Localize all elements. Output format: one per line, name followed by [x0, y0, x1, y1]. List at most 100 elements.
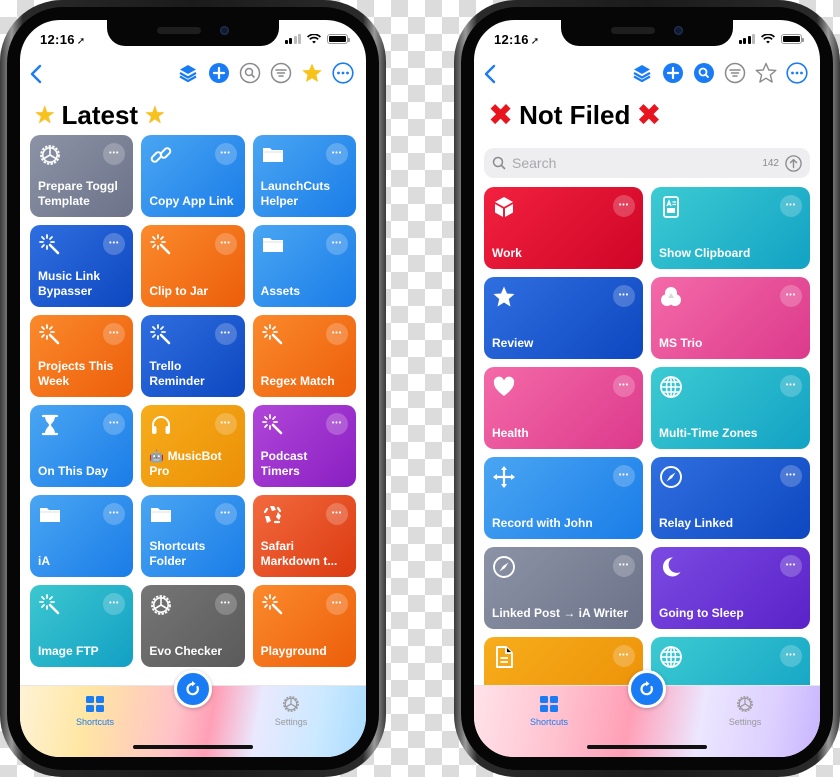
filter-button[interactable] [724, 62, 746, 84]
shortcut-tile[interactable]: ••• Going to Sleep [651, 547, 810, 629]
shortcut-tile[interactable]: ••• Image FTP [30, 585, 134, 667]
tile-more-button[interactable]: ••• [326, 413, 348, 435]
shortcut-tile[interactable]: ••• Prepare Toggl Template [30, 135, 134, 217]
globe-icon [659, 375, 683, 399]
tile-more-button[interactable]: ••• [103, 593, 126, 615]
shortcut-name: Work [492, 246, 522, 260]
tile-more-button[interactable]: ••• [326, 143, 348, 165]
shortcut-tile[interactable]: ••• Review [484, 277, 643, 359]
shortcut-tile[interactable]: ••• Podcast Timers [252, 405, 356, 487]
tile-more-button[interactable]: ••• [613, 465, 635, 487]
more-button[interactable] [332, 62, 354, 84]
tile-more-button[interactable]: ••• [326, 323, 348, 345]
ellipsis-icon: ••• [618, 292, 630, 299]
ellipsis-icon: ••• [109, 330, 120, 337]
shortcut-tile[interactable]: ••• Trello Reminder [141, 315, 245, 397]
tile-more-button[interactable]: ••• [780, 375, 802, 397]
tile-more-button[interactable]: ••• [103, 323, 126, 345]
favorites-button[interactable] [755, 62, 777, 84]
shortcut-tile[interactable]: ••• Assets [252, 225, 356, 307]
tab-settings[interactable]: Settings [246, 694, 336, 727]
shortcut-tile[interactable]: ••• Shortcuts Folder [141, 495, 245, 577]
tile-more-button[interactable]: ••• [780, 645, 802, 667]
tile-more-button[interactable]: ••• [613, 285, 635, 307]
shortcut-tile[interactable]: ••• Clip to Jar [141, 225, 245, 307]
shortcut-tile[interactable]: ••• Show Clipboard [651, 187, 810, 269]
shortcut-name: Prepare Toggl Template [38, 179, 118, 208]
shortcut-tile[interactable]: ••• Copy App Link [141, 135, 245, 217]
scroll-to-top-icon[interactable] [785, 154, 802, 172]
shortcut-tile[interactable]: ••• Linked Post → iA Writer [484, 547, 643, 629]
tile-more-button[interactable]: ••• [780, 285, 802, 307]
back-button[interactable] [484, 64, 496, 88]
layers-button[interactable] [177, 62, 199, 84]
shortcut-name: Podcast Timers [260, 449, 308, 478]
shortcut-name: Regex Match [260, 374, 335, 388]
back-button[interactable] [30, 64, 42, 88]
shortcut-tile[interactable]: ••• On This Day [30, 405, 134, 487]
tile-more-button[interactable]: ••• [613, 375, 635, 397]
shortcut-tile[interactable]: ••• 🤖 MusicBot Pro [141, 405, 245, 487]
tab-settings[interactable]: Settings [700, 694, 790, 727]
tile-more-button[interactable]: ••• [326, 503, 348, 525]
tab-shortcuts[interactable]: Shortcuts [504, 694, 594, 727]
add-button[interactable] [662, 62, 684, 84]
search-button[interactable] [239, 62, 261, 84]
shortcut-tile[interactable]: ••• Evo Checker [141, 585, 245, 667]
shortcut-tile[interactable]: ••• Relay Linked [651, 457, 810, 539]
shortcut-tile[interactable]: ••• Multi-Time Zones [651, 367, 810, 449]
shortcut-name: Evo Checker [149, 644, 223, 658]
add-button[interactable] [208, 62, 230, 84]
shortcut-tile[interactable]: ••• Regex Match [252, 315, 356, 397]
refresh-button[interactable] [628, 670, 666, 708]
home-indicator[interactable] [133, 745, 253, 749]
shortcut-tile[interactable]: ••• Music Link Bypasser [30, 225, 134, 307]
home-indicator[interactable] [587, 745, 707, 749]
shortcut-tile[interactable]: ••• Projects This Week [30, 315, 134, 397]
shortcut-tile[interactable]: ••• Record with John [484, 457, 643, 539]
shortcut-tile[interactable]: ••• Work [484, 187, 643, 269]
tab-shortcuts[interactable]: Shortcuts [50, 694, 140, 727]
search-field[interactable]: Search 142 [484, 148, 810, 178]
tile-more-button[interactable]: ••• [214, 503, 237, 525]
tab-label: Settings [728, 717, 762, 727]
tile-more-button[interactable]: ••• [103, 143, 126, 165]
filter-button[interactable] [270, 62, 292, 84]
shortcut-tile[interactable]: ••• MS Trio [651, 277, 810, 359]
tile-more-button[interactable]: ••• [780, 555, 802, 577]
ellipsis-icon: ••• [785, 382, 797, 389]
tile-more-button[interactable]: ••• [613, 195, 635, 217]
shortcut-tile[interactable]: ••• Playground [252, 585, 356, 667]
tile-more-button[interactable]: ••• [214, 413, 237, 435]
ellipsis-icon: ••• [618, 472, 630, 479]
tile-more-button[interactable]: ••• [214, 233, 237, 255]
layers-button[interactable] [631, 62, 653, 84]
gear-icon [737, 696, 753, 712]
favorites-button[interactable] [301, 62, 323, 84]
tile-more-button[interactable]: ••• [214, 323, 237, 345]
shortcut-tile[interactable]: ••• LaunchCuts Helper [252, 135, 356, 217]
tile-more-button[interactable]: ••• [214, 593, 237, 615]
tile-more-button[interactable]: ••• [326, 233, 348, 255]
cross-mark-icon: ✖ [488, 98, 514, 132]
tile-more-button[interactable]: ••• [103, 413, 126, 435]
tile-more-button[interactable]: ••• [613, 555, 635, 577]
shortcut-tile[interactable]: ••• Health [484, 367, 643, 449]
tile-more-button[interactable]: ••• [103, 503, 126, 525]
tile-more-button[interactable]: ••• [103, 233, 126, 255]
shortcut-tile[interactable]: ••• iA [30, 495, 134, 577]
more-button[interactable] [786, 62, 808, 84]
tile-more-button[interactable]: ••• [214, 143, 237, 165]
page-title: ✖ Not Filed ✖ [488, 100, 662, 131]
shortcut-tile[interactable]: ••• Safari Markdown t... [252, 495, 356, 577]
document-icon [492, 645, 516, 669]
magic-wand-icon [149, 323, 173, 347]
venn-icon [659, 285, 683, 309]
recycle-icon [261, 503, 285, 527]
tile-more-button[interactable]: ••• [780, 465, 802, 487]
tile-more-button[interactable]: ••• [613, 645, 635, 667]
tile-more-button[interactable]: ••• [326, 593, 348, 615]
tile-more-button[interactable]: ••• [780, 195, 802, 217]
search-button[interactable] [693, 62, 715, 84]
refresh-button[interactable] [174, 670, 212, 708]
